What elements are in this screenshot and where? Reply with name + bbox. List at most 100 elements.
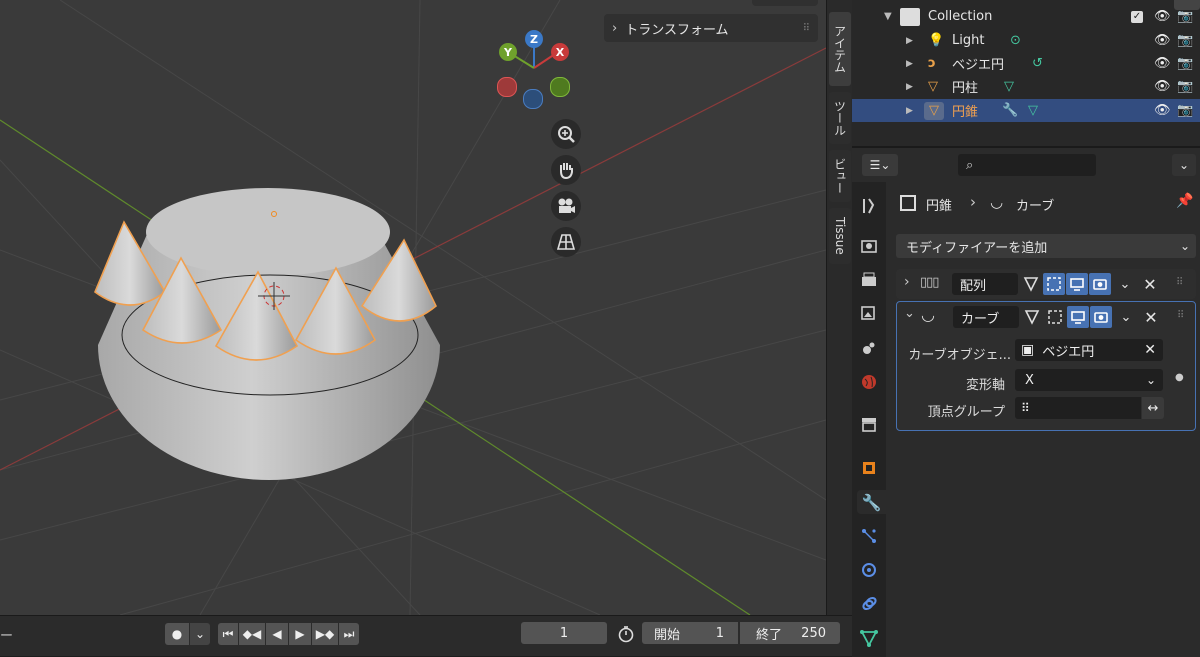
deform-axis-select[interactable]: X ⌄ (1015, 369, 1163, 391)
object-name: Light (952, 33, 985, 48)
record-button[interactable]: ● (165, 623, 189, 645)
physics-icon[interactable] (857, 558, 881, 582)
next-keyframe-icon[interactable]: ▶◆ (312, 623, 338, 645)
output-icon[interactable] (857, 268, 881, 292)
world-icon[interactable] (857, 370, 881, 394)
transform-panel-header[interactable]: › トランスフォーム ⠿ (604, 14, 818, 42)
expand-right-icon[interactable]: ▶ (906, 59, 913, 69)
expand-down-icon[interactable]: ▼ (884, 11, 892, 22)
edit-mode-icon[interactable] (1043, 273, 1065, 295)
collection-name: Collection (928, 9, 993, 24)
camera-render-icon[interactable]: 📷 (1177, 103, 1193, 118)
hand-pan-icon[interactable] (551, 155, 581, 185)
camera-render-icon[interactable]: 📷 (1177, 33, 1193, 48)
tool-settings-icon[interactable] (857, 194, 881, 218)
search-input[interactable]: ⌕ (958, 154, 1096, 176)
particles-icon[interactable] (857, 524, 881, 548)
3d-viewport[interactable]: Z X Y › トランスフォーム ⠿ (0, 0, 826, 615)
edit-cage-icon[interactable] (1020, 273, 1042, 295)
camera-view-icon[interactable] (551, 191, 581, 221)
prev-keyframe-icon[interactable]: ◆◀ (239, 623, 265, 645)
edit-mode-icon[interactable] (1044, 306, 1066, 328)
expand-right-icon[interactable]: ▶ (906, 106, 913, 116)
gizmo-neg-z[interactable] (523, 89, 543, 109)
add-modifier-dropdown[interactable]: モディファイアーを追加 ⌄ (896, 234, 1196, 258)
eye-icon[interactable]: 👁 (1154, 33, 1171, 48)
end-frame-field[interactable]: 終了 250 (740, 622, 840, 644)
eye-icon[interactable]: 👁 (1154, 79, 1171, 94)
modifier-props-icon[interactable]: 🔧 (857, 490, 886, 514)
gizmo-neg-x[interactable] (497, 77, 517, 97)
tab-tool[interactable]: ツール (829, 92, 851, 144)
gizmo-x[interactable]: X (551, 43, 569, 61)
tab-view[interactable]: ビュー (829, 150, 851, 202)
collection-props-icon[interactable] (857, 412, 881, 436)
light-data-icon: ⊙ (1010, 33, 1021, 48)
curve-object-field[interactable]: ▣ ベジエ円 ✕ (1015, 339, 1163, 361)
render-camera-icon[interactable] (1089, 273, 1111, 295)
outliner-row-cone[interactable]: ▶ ▽ 円錐 🔧 ▽ 👁 📷 (852, 99, 1200, 122)
constraints-icon[interactable] (857, 592, 881, 616)
edit-cage-icon[interactable] (1021, 306, 1043, 328)
render-camera-icon[interactable] (1090, 306, 1112, 328)
chevron-down-icon[interactable]: ⌄ (1115, 306, 1137, 328)
view-layer-icon[interactable] (857, 302, 881, 326)
perspective-grid-icon[interactable] (551, 227, 581, 257)
tab-tissue[interactable]: Tissue (829, 208, 851, 264)
start-frame-field[interactable]: 開始 1 (642, 622, 738, 644)
jump-start-icon[interactable]: ⏮ (218, 623, 238, 645)
mesh-data-props-icon[interactable] (857, 626, 881, 650)
record-options-icon[interactable]: ⌄ (190, 623, 210, 645)
camera-render-icon[interactable]: 📷 (1177, 56, 1193, 71)
outliner-row-light[interactable]: ▶ 💡 Light ⊙ 👁 📷 (852, 29, 1200, 52)
gizmo-z[interactable]: Z (525, 30, 543, 48)
eye-icon[interactable]: 👁 (1154, 103, 1171, 118)
drag-handle-icon[interactable]: ⠿ (1177, 310, 1184, 321)
zoom-icon[interactable] (551, 119, 581, 149)
render-icon[interactable] (857, 234, 881, 258)
gizmo-neg-y[interactable] (550, 77, 570, 97)
camera-render-icon[interactable]: 📷 (1177, 79, 1193, 94)
chevron-right-icon[interactable]: › (904, 274, 910, 290)
outliner-row-collection[interactable]: ▼ Collection ✓ 👁 📷 (852, 5, 1200, 28)
modifier-name-field[interactable]: カーブ (953, 306, 1019, 328)
eye-icon[interactable]: 👁 (1154, 56, 1171, 71)
outliner-row-cylinder[interactable]: ▶ ▽ 円柱 ▽ 👁 📷 (852, 75, 1200, 98)
scene-icon[interactable] (857, 336, 881, 360)
drag-handle-icon[interactable]: ⠿ (1176, 277, 1183, 288)
expand-right-icon[interactable]: ▶ (906, 82, 913, 92)
play-icon[interactable]: ▶ (289, 623, 311, 645)
chevron-down-icon[interactable]: ⌄ (1114, 273, 1136, 295)
pin-icon[interactable]: 📌 (1176, 193, 1193, 209)
keyframe-dot-icon[interactable]: ● (1175, 372, 1184, 383)
eye-icon[interactable]: 👁 (1154, 9, 1171, 24)
current-frame-field[interactable]: 1 (521, 622, 607, 644)
jump-end-icon[interactable]: ⏭ (339, 623, 359, 645)
modifier-name-field[interactable]: 配列 (952, 273, 1018, 295)
checkbox-icon[interactable]: ✓ (1131, 10, 1143, 23)
camera-render-icon[interactable]: 📷 (1177, 9, 1193, 24)
viewport-display-icon[interactable] (1066, 273, 1088, 295)
drag-handle-icon[interactable]: ⠿ (803, 23, 810, 34)
invert-arrows-icon[interactable]: ↔ (1142, 397, 1164, 419)
scene-canvas[interactable] (0, 0, 826, 615)
play-reverse-icon[interactable]: ◀ (266, 623, 288, 645)
tab-item[interactable]: アイテム (829, 12, 851, 86)
vertex-group-field[interactable]: ⠿ (1015, 397, 1141, 419)
stopwatch-icon[interactable] (614, 624, 638, 644)
outliner-row-bezier[interactable]: ▶ ↄ ベジエ円 ↺ 👁 📷 (852, 52, 1200, 75)
object-square-icon: ▣ (1021, 342, 1035, 358)
expand-right-icon[interactable]: ▶ (906, 36, 913, 46)
object-props-icon[interactable] (857, 456, 881, 480)
object-square-icon (900, 195, 916, 211)
options-dropdown-icon[interactable]: ⌄ (1172, 154, 1196, 176)
viewport-display-icon[interactable] (1067, 306, 1089, 328)
object-name: ベジエ円 (952, 58, 1005, 73)
close-icon[interactable]: ✕ (1140, 306, 1162, 328)
gizmo-y[interactable]: Y (499, 43, 517, 61)
close-icon[interactable]: ✕ (1139, 273, 1161, 295)
editor-type-dropdown[interactable]: ☰⌄ (862, 154, 898, 176)
clear-icon[interactable]: ✕ (1144, 342, 1156, 358)
chevron-down-icon[interactable]: ⌄ (904, 306, 915, 321)
navigation-gizmo[interactable]: Z X Y (494, 30, 574, 110)
